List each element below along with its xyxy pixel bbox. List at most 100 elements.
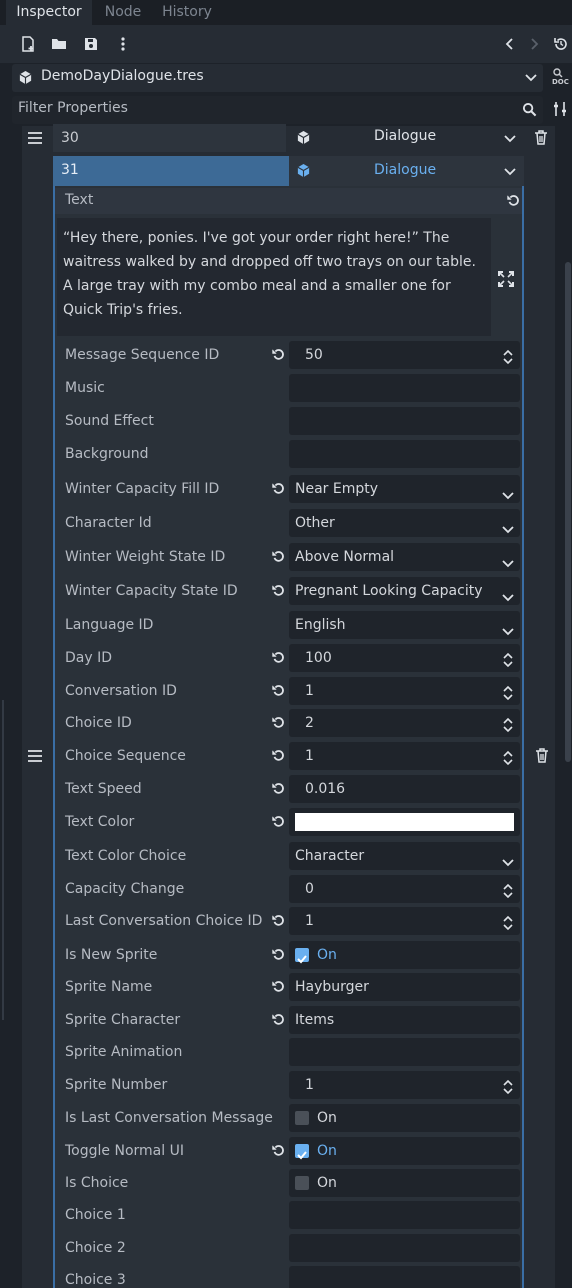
property-label-choice-2: Choice 2 bbox=[65, 1240, 126, 1256]
filter-properties-input[interactable]: Filter Properties bbox=[12, 96, 543, 124]
checkbox-unchecked-icon[interactable] bbox=[295, 1176, 309, 1190]
open-folder-icon[interactable] bbox=[48, 33, 70, 55]
property-label-choice-sequence: Choice Sequence bbox=[65, 748, 186, 764]
checkbox-toggle-normal-ui[interactable]: On bbox=[289, 1137, 520, 1165]
text-field-music[interactable] bbox=[289, 374, 520, 402]
property-label-character-id: Character Id bbox=[65, 515, 152, 531]
scrollbar-thumb[interactable] bbox=[565, 262, 571, 762]
revert-icon[interactable] bbox=[506, 194, 520, 208]
text-editor[interactable]: “Hey there, ponies. I've got your order … bbox=[57, 218, 491, 336]
property-label-text-color-choice: Text Color Choice bbox=[65, 848, 187, 864]
checkbox-unchecked-icon[interactable] bbox=[295, 1111, 309, 1125]
revert-icon[interactable] bbox=[271, 348, 285, 362]
back-icon[interactable] bbox=[499, 33, 521, 55]
checkbox-checked-icon[interactable] bbox=[295, 1144, 309, 1160]
revert-icon[interactable] bbox=[271, 1013, 285, 1027]
spinbox-sprite-number[interactable]: 1 bbox=[289, 1071, 520, 1099]
updown-arrows-icon[interactable] bbox=[503, 913, 513, 931]
property-label-language-id: Language ID bbox=[65, 617, 154, 633]
color-swatch[interactable] bbox=[295, 813, 514, 831]
dropdown-winter-capacity-state-id[interactable]: Pregnant Looking Capacity bbox=[289, 577, 520, 605]
property-label-last-conversation-choice-id: Last Conversation Choice ID bbox=[65, 913, 263, 929]
text-field-text-speed[interactable]: 0.016 bbox=[289, 775, 520, 803]
drag-handle-icon[interactable] bbox=[28, 750, 42, 762]
spinbox-choice-sequence[interactable]: 1 bbox=[289, 742, 520, 770]
dropdown-text-color-choice[interactable]: Character bbox=[289, 842, 520, 870]
item-type-select[interactable]: Dialogue bbox=[289, 124, 520, 152]
drag-handle-icon[interactable] bbox=[28, 132, 42, 144]
expand-icon[interactable] bbox=[498, 271, 514, 287]
revert-icon[interactable] bbox=[271, 684, 285, 698]
dropdown-winter-capacity-fill-id[interactable]: Near Empty bbox=[289, 475, 520, 503]
revert-icon[interactable] bbox=[271, 914, 285, 928]
spinbox-day-id[interactable]: 100 bbox=[289, 644, 520, 672]
dropdown-value: Pregnant Looking Capacity bbox=[295, 583, 483, 599]
history-icon[interactable] bbox=[550, 33, 572, 55]
item-type-select-selected[interactable]: Dialogue bbox=[289, 156, 524, 186]
updown-arrows-icon[interactable] bbox=[503, 881, 513, 899]
revert-icon[interactable] bbox=[271, 651, 285, 665]
item-type-label: Dialogue bbox=[374, 128, 437, 144]
item-index-field[interactable]: 30 bbox=[53, 124, 286, 152]
property-label-choice-id: Choice ID bbox=[65, 715, 132, 731]
doc-button[interactable]: DOC bbox=[550, 66, 570, 88]
checkbox-checked-icon[interactable] bbox=[295, 948, 309, 964]
text-field-sprite-name[interactable]: Hayburger bbox=[289, 973, 520, 1001]
revert-icon[interactable] bbox=[271, 1144, 285, 1158]
updown-arrows-icon[interactable] bbox=[503, 650, 513, 668]
revert-icon[interactable] bbox=[271, 550, 285, 564]
property-label-conversation-id: Conversation ID bbox=[65, 683, 177, 699]
text-field-background[interactable] bbox=[289, 440, 520, 468]
item-index-field-selected[interactable]: 31 bbox=[53, 156, 289, 186]
spinbox-choice-id[interactable]: 2 bbox=[289, 709, 520, 737]
property-label-sound-effect: Sound Effect bbox=[65, 413, 154, 429]
dropdown-winter-weight-state-id[interactable]: Above Normal bbox=[289, 543, 520, 571]
trash-icon[interactable] bbox=[534, 130, 548, 145]
revert-icon[interactable] bbox=[271, 716, 285, 730]
updown-arrows-icon[interactable] bbox=[503, 715, 513, 733]
checkbox-is-last-conversation-message[interactable]: On bbox=[289, 1104, 520, 1132]
property-tools-button[interactable] bbox=[550, 98, 570, 120]
updown-arrows-icon[interactable] bbox=[503, 1077, 513, 1095]
revert-icon[interactable] bbox=[271, 782, 285, 796]
spinbox-value: 1 bbox=[305, 913, 314, 929]
updown-arrows-icon[interactable] bbox=[503, 748, 513, 766]
text-field-sprite-character[interactable]: Items bbox=[289, 1006, 520, 1034]
checkbox-is-new-sprite[interactable]: On bbox=[289, 941, 520, 969]
more-vertical-icon[interactable] bbox=[112, 33, 134, 55]
dropdown-value: Character bbox=[295, 848, 365, 864]
revert-icon[interactable] bbox=[271, 980, 285, 994]
revert-icon[interactable] bbox=[271, 482, 285, 496]
spinbox-value: 1 bbox=[305, 683, 314, 699]
updown-arrows-icon[interactable] bbox=[503, 683, 513, 701]
save-icon[interactable] bbox=[80, 33, 102, 55]
spinbox-message-sequence-id[interactable]: 50 bbox=[289, 341, 520, 369]
tab-node[interactable]: Node bbox=[96, 0, 150, 25]
dropdown-character-id[interactable]: Other bbox=[289, 509, 520, 537]
dropdown-value: Near Empty bbox=[295, 481, 379, 497]
tab-inspector[interactable]: Inspector bbox=[6, 0, 92, 25]
text-field-sound-effect[interactable] bbox=[289, 407, 520, 435]
tab-history[interactable]: History bbox=[154, 0, 220, 25]
text-field-sprite-animation[interactable] bbox=[289, 1038, 520, 1066]
spinbox-conversation-id[interactable]: 1 bbox=[289, 677, 520, 705]
revert-icon[interactable] bbox=[271, 948, 285, 962]
spinbox-last-conversation-choice-id[interactable]: 1 bbox=[289, 907, 520, 935]
color-picker-text-color[interactable] bbox=[289, 808, 520, 836]
revert-icon[interactable] bbox=[271, 815, 285, 829]
new-resource-icon[interactable] bbox=[17, 33, 39, 55]
property-label-choice-3: Choice 3 bbox=[65, 1272, 126, 1288]
checkbox-is-choice[interactable]: On bbox=[289, 1169, 520, 1197]
forward-icon[interactable] bbox=[523, 33, 545, 55]
text-field-choice-3[interactable] bbox=[289, 1266, 520, 1288]
updown-arrows-icon[interactable] bbox=[503, 347, 513, 365]
spinbox-capacity-change[interactable]: 0 bbox=[289, 875, 520, 903]
text-field-choice-1[interactable] bbox=[289, 1201, 520, 1229]
property-label-toggle-normal-ui: Toggle Normal UI bbox=[65, 1143, 184, 1159]
revert-icon[interactable] bbox=[271, 584, 285, 598]
text-field-choice-2[interactable] bbox=[289, 1234, 520, 1262]
revert-icon[interactable] bbox=[271, 749, 285, 763]
trash-icon[interactable] bbox=[535, 748, 549, 763]
resource-selector[interactable]: DemoDayDialogue.tres bbox=[12, 64, 543, 92]
dropdown-language-id[interactable]: English bbox=[289, 611, 520, 639]
